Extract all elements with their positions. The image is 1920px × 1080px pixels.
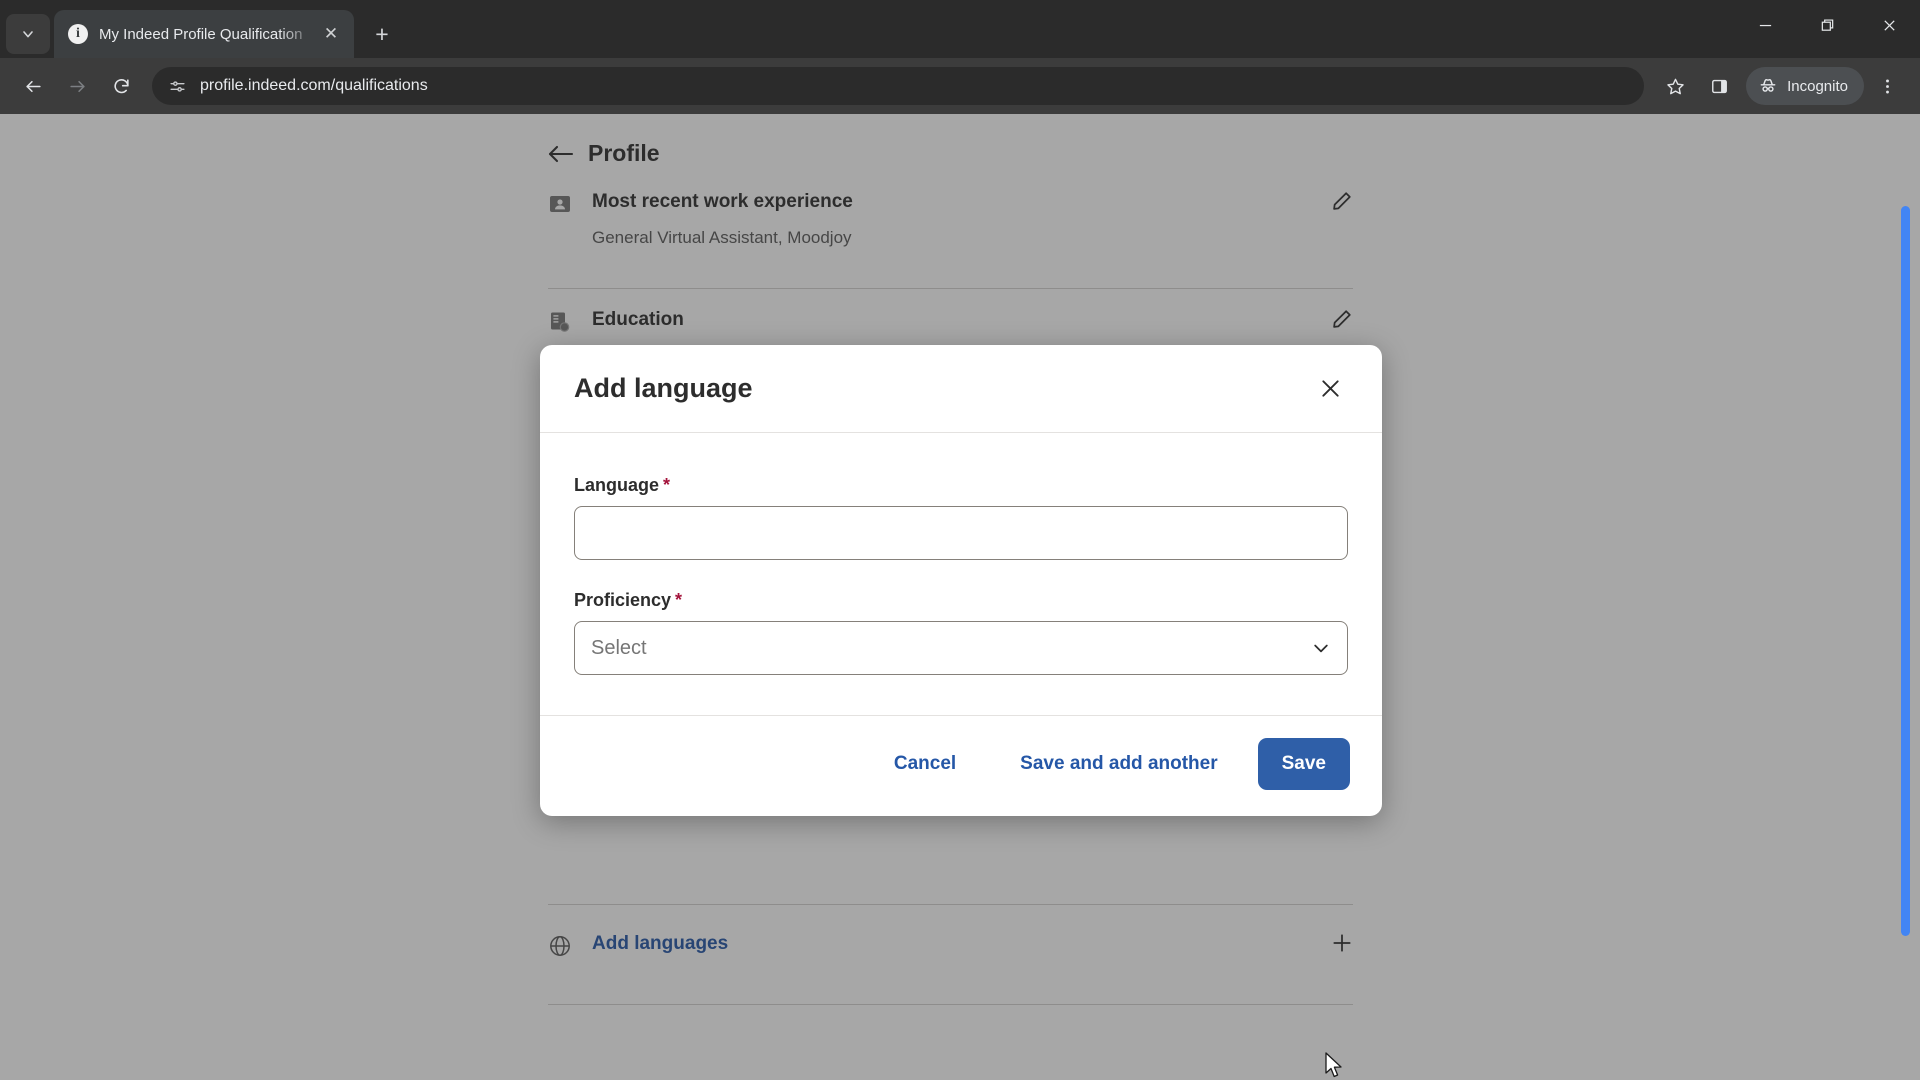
dialog-title: Add language bbox=[574, 373, 753, 403]
dialog-footer: Cancel Save and add another Save bbox=[540, 715, 1382, 816]
tab-title: My Indeed Profile Qualification bbox=[99, 25, 303, 43]
proficiency-label: Proficiency * bbox=[574, 590, 683, 610]
required-marker: * bbox=[663, 475, 671, 495]
forward-arrow-icon bbox=[69, 80, 85, 92]
incognito-hat-icon bbox=[1760, 79, 1776, 92]
back-button[interactable] bbox=[12, 65, 54, 107]
save-and-add-another-button[interactable]: Save and add another bbox=[996, 738, 1242, 790]
tab-close-button[interactable]: ✕ bbox=[318, 21, 344, 47]
browser-toolbar: profile.indeed.com/qualifications Incogn… bbox=[0, 58, 1920, 114]
bookmark-button[interactable] bbox=[1654, 65, 1696, 107]
side-panel-button[interactable] bbox=[1698, 65, 1740, 107]
minimize-icon bbox=[1759, 24, 1771, 26]
proficiency-select[interactable]: Select bbox=[574, 621, 1348, 675]
dialog-body: Language * Proficiency * Select bbox=[540, 433, 1382, 715]
browser-tab[interactable]: i My Indeed Profile Qualification ✕ bbox=[54, 10, 354, 58]
browser-window: i My Indeed Profile Qualification ✕ + pr… bbox=[0, 0, 1920, 1080]
reload-button[interactable] bbox=[100, 65, 142, 107]
address-bar[interactable]: profile.indeed.com/qualifications bbox=[152, 67, 1645, 105]
incognito-label: Incognito bbox=[1787, 77, 1848, 95]
tab-search-button[interactable] bbox=[6, 14, 50, 54]
back-arrow-icon bbox=[25, 80, 41, 92]
maximize-button[interactable] bbox=[1796, 0, 1858, 50]
reload-icon bbox=[113, 78, 129, 93]
page-scrollbar-thumb[interactable] bbox=[1901, 206, 1910, 936]
dialog-close-button[interactable] bbox=[1310, 369, 1350, 409]
close-icon bbox=[1883, 19, 1895, 31]
chevron-down-icon bbox=[23, 31, 33, 38]
three-dot-menu-icon bbox=[1885, 79, 1889, 93]
window-controls bbox=[1734, 0, 1920, 50]
maximize-icon bbox=[1821, 18, 1833, 31]
info-icon: i bbox=[68, 24, 88, 44]
chevron-down-icon bbox=[1311, 638, 1331, 658]
star-icon bbox=[1666, 78, 1684, 94]
add-language-dialog: Add language Language * Proficiency * Sele… bbox=[540, 345, 1382, 816]
required-marker: * bbox=[675, 590, 683, 610]
save-button[interactable]: Save bbox=[1257, 738, 1350, 790]
cancel-button[interactable]: Cancel bbox=[869, 738, 981, 790]
site-settings-button[interactable] bbox=[164, 73, 190, 99]
browser-menu-button[interactable] bbox=[1866, 65, 1908, 107]
language-field-group: Language * bbox=[574, 475, 1348, 560]
page-viewport: Profile Most recent work experience Gene… bbox=[0, 114, 1920, 1080]
new-tab-button[interactable]: + bbox=[364, 16, 400, 52]
site-settings-icon bbox=[169, 80, 185, 92]
proficiency-field-group: Proficiency * Select bbox=[574, 590, 1348, 675]
proficiency-selected-value: Select bbox=[591, 636, 647, 659]
close-window-button[interactable] bbox=[1858, 0, 1920, 50]
dialog-header: Add language bbox=[540, 345, 1382, 433]
forward-button[interactable] bbox=[56, 65, 98, 107]
language-input[interactable] bbox=[574, 506, 1348, 560]
url-text: profile.indeed.com/qualifications bbox=[200, 77, 428, 94]
tab-strip: i My Indeed Profile Qualification ✕ + bbox=[0, 0, 1920, 58]
incognito-indicator[interactable]: Incognito bbox=[1746, 67, 1864, 105]
minimize-button[interactable] bbox=[1734, 0, 1796, 50]
close-icon bbox=[1321, 380, 1339, 397]
side-panel-icon bbox=[1711, 79, 1727, 93]
language-label: Language * bbox=[574, 475, 671, 495]
